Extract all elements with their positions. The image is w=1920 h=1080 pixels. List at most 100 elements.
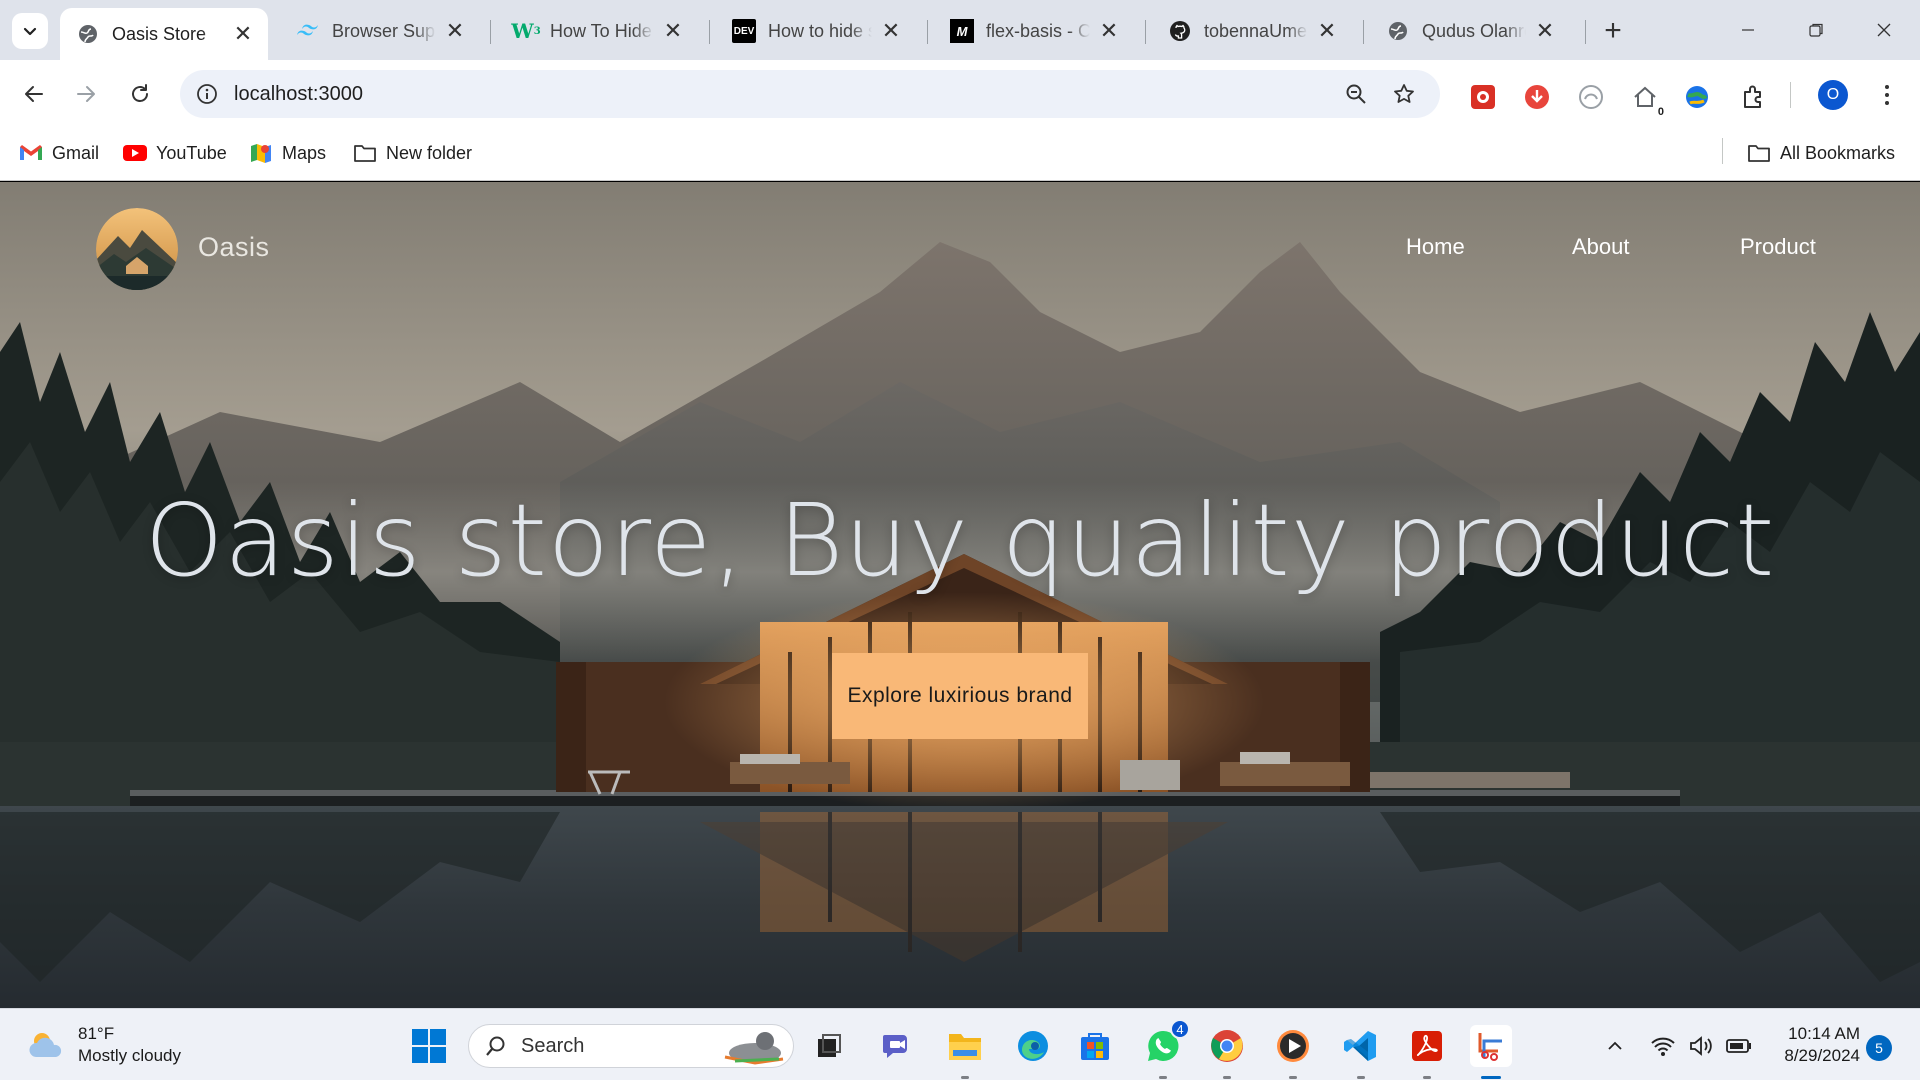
- tab-oasis-store[interactable]: Oasis Store ✕: [60, 8, 268, 60]
- close-tab-icon[interactable]: ✕: [1316, 18, 1338, 43]
- close-icon: [1877, 23, 1891, 37]
- running-indicator: [1289, 1076, 1297, 1079]
- tab-title: How To Hide Scrollbar: [550, 20, 654, 41]
- zoom-icon[interactable]: [1342, 80, 1370, 108]
- maps-icon: [248, 142, 274, 164]
- explore-brand-button[interactable]: Explore luxirious brand: [832, 653, 1088, 739]
- show-hidden-icons-button[interactable]: [1600, 1031, 1630, 1061]
- taskbar-app-media[interactable]: [1272, 1025, 1314, 1079]
- arrow-right-icon: [77, 86, 95, 102]
- teams-chat-icon: [883, 1035, 907, 1058]
- running-indicator: [1423, 1076, 1431, 1079]
- battery-button[interactable]: [1724, 1031, 1754, 1061]
- forward-button[interactable]: [66, 74, 106, 114]
- tab-browser-support[interactable]: Browser Support ✕: [280, 10, 480, 52]
- extension-save-icon[interactable]: [1520, 80, 1554, 114]
- bookmark-youtube[interactable]: YouTube: [122, 140, 227, 166]
- youtube-icon: [122, 142, 148, 164]
- taskbar-app-teams[interactable]: [876, 1025, 918, 1067]
- weather-widget[interactable]: 81°F Mostly cloudy: [28, 1023, 181, 1067]
- running-indicator: [1159, 1076, 1167, 1079]
- github-icon: [1168, 19, 1192, 43]
- tab-hide-scrollbar-w3[interactable]: W3 How To Hide Scrollbar ✕: [498, 10, 698, 52]
- taskbar-app-chrome[interactable]: [1206, 1025, 1248, 1079]
- tab-separator: [927, 20, 928, 44]
- task-view-icon: [818, 1034, 841, 1057]
- taskbar-app-vscode[interactable]: [1340, 1025, 1382, 1079]
- restore-button[interactable]: [1788, 10, 1844, 50]
- tab-title: Qudus Olanrewaju: [1422, 20, 1526, 41]
- extension-home-icon[interactable]: 0: [1628, 80, 1664, 118]
- brand-name[interactable]: Oasis: [198, 232, 270, 263]
- extensions-puzzle-icon[interactable]: [1736, 80, 1770, 114]
- close-tab-icon[interactable]: ✕: [444, 18, 466, 43]
- taskbar-app-edge[interactable]: [1012, 1025, 1054, 1067]
- address-bar[interactable]: localhost:3000: [180, 70, 1440, 118]
- bookmark-gmail[interactable]: Gmail: [18, 140, 99, 166]
- globe-icon: [76, 22, 100, 46]
- tab-github[interactable]: tobennaUmeh ✕: [1152, 10, 1352, 52]
- taskbar-app-explorer[interactable]: [944, 1025, 986, 1079]
- taskbar-app-acrobat[interactable]: [1406, 1025, 1448, 1079]
- dev-icon: DEV: [732, 19, 756, 43]
- wifi-button[interactable]: [1648, 1031, 1678, 1061]
- taskbar-search-placeholder: Search: [521, 1034, 585, 1057]
- start-button[interactable]: [410, 1027, 448, 1065]
- nav-home-link[interactable]: Home: [1406, 234, 1465, 260]
- tab-flex-basis[interactable]: M flex-basis - CSS ✕: [934, 10, 1134, 52]
- close-tab-icon[interactable]: ✕: [880, 18, 902, 43]
- taskbar-search[interactable]: Search: [468, 1024, 794, 1068]
- search-icon: [486, 1036, 505, 1056]
- taskbar-app-store[interactable]: [1074, 1025, 1116, 1067]
- weather-temp: 81°F: [78, 1024, 115, 1043]
- tab-title: How to hide scrollbar: [768, 20, 872, 41]
- bookmark-star-icon[interactable]: [1390, 80, 1418, 108]
- reload-icon: [132, 84, 148, 102]
- search-highlight-icon: [724, 1032, 784, 1065]
- extension-globe-icon[interactable]: [1680, 80, 1714, 114]
- tab-hide-scrollbar-dev[interactable]: DEV How to hide scrollbar ✕: [716, 10, 916, 52]
- close-tab-icon[interactable]: ✕: [232, 21, 254, 46]
- reload-button[interactable]: [120, 74, 160, 114]
- site-info-icon[interactable]: [194, 81, 220, 107]
- extension-red-icon[interactable]: [1466, 80, 1500, 114]
- back-button[interactable]: [14, 74, 54, 114]
- nav-about-link[interactable]: About: [1572, 234, 1630, 260]
- tab-title: tobennaUmeh: [1204, 20, 1308, 41]
- close-tab-icon[interactable]: ✕: [662, 18, 684, 43]
- gmail-icon: [18, 142, 44, 164]
- chevron-down-icon: [23, 27, 37, 36]
- new-tab-button[interactable]: +: [1596, 14, 1630, 48]
- bookmark-maps[interactable]: Maps: [248, 140, 326, 166]
- volume-button[interactable]: [1686, 1031, 1716, 1061]
- close-tab-icon[interactable]: ✕: [1534, 18, 1556, 43]
- all-bookmarks[interactable]: All Bookmarks: [1746, 140, 1895, 166]
- system-clock[interactable]: 10:14 AM 8/29/2024: [1768, 1023, 1860, 1067]
- bookmark-new-folder[interactable]: New folder: [352, 140, 472, 166]
- file-explorer-icon: [949, 1034, 981, 1060]
- running-indicator: [1223, 1076, 1231, 1079]
- close-tab-icon[interactable]: ✕: [1098, 18, 1120, 43]
- notification-badge[interactable]: 5: [1866, 1035, 1892, 1061]
- edge-icon: [1018, 1031, 1048, 1061]
- nav-product-link[interactable]: Product: [1740, 234, 1816, 260]
- task-view-button[interactable]: [808, 1025, 850, 1067]
- arrow-left-icon: [25, 86, 43, 102]
- bookmarks-bar: Gmail YouTube Maps New folder All Bookma…: [0, 128, 1920, 181]
- tab-qudus[interactable]: Qudus Olanrewaju ✕: [1370, 10, 1570, 52]
- extension-cloud-icon[interactable]: [1574, 80, 1608, 114]
- taskbar-app-snipping[interactable]: [1470, 1025, 1512, 1079]
- running-indicator: [961, 1076, 969, 1079]
- address-text[interactable]: localhost:3000: [234, 83, 363, 106]
- close-window-button[interactable]: [1856, 10, 1912, 50]
- tab-title: Browser Support: [332, 20, 436, 41]
- minimize-button[interactable]: [1720, 10, 1776, 50]
- taskbar-app-whatsapp[interactable]: 4: [1142, 1019, 1190, 1079]
- chevron-up-icon: [1608, 1041, 1622, 1050]
- profile-avatar[interactable]: O: [1818, 80, 1848, 110]
- plus-icon: +: [1604, 14, 1622, 47]
- brand-logo[interactable]: [96, 208, 178, 290]
- tab-title: flex-basis - CSS: [986, 20, 1090, 41]
- tab-search-button[interactable]: [12, 13, 48, 49]
- browser-menu-button[interactable]: [1872, 80, 1902, 110]
